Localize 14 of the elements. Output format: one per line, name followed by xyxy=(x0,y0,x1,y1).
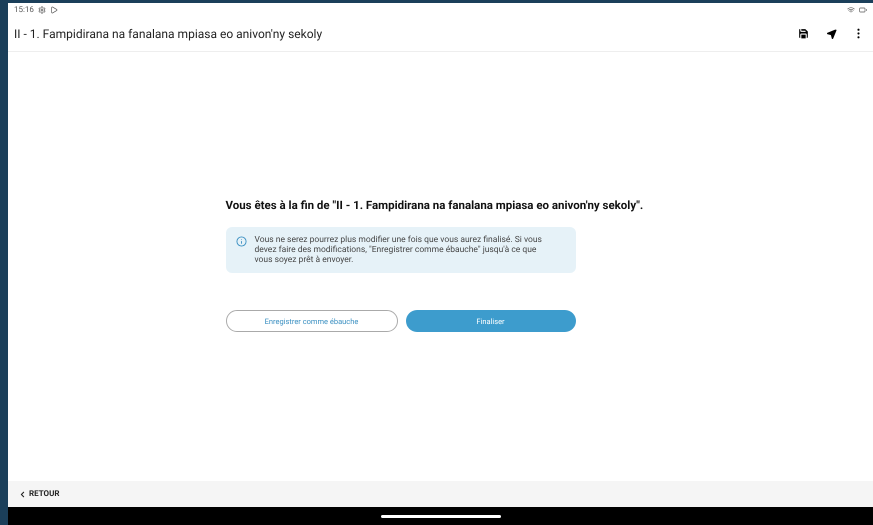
status-time: 15:16 xyxy=(14,4,34,16)
app-title: II - 1. Fampidirana na fanalana mpiasa eo anivon'ny sekoly xyxy=(14,26,324,42)
chevron-left-icon xyxy=(18,490,27,498)
play-icon xyxy=(50,6,58,14)
end-heading: Vous êtes à la fin de "II - 1. Fampidirana na fanalana mpiasa eo anivon'ny sekoly". xyxy=(226,197,644,214)
info-text: Vous ne serez pourrez plus modifier une fois que vous aurez finalisé. Si vous devez faire des modifications, "Enregistrer comme ébauche" jusqu'à ce que vous soyez prêt à envoyer. xyxy=(254,235,543,266)
pointer-icon[interactable] xyxy=(826,28,838,40)
back-button[interactable]: RETOUR xyxy=(18,488,60,500)
battery-icon xyxy=(859,6,867,14)
settings-icon xyxy=(38,6,46,14)
wifi-icon xyxy=(847,6,855,14)
save-icon[interactable] xyxy=(797,27,810,40)
info-icon xyxy=(236,236,246,248)
home-indicator[interactable] xyxy=(380,514,500,518)
